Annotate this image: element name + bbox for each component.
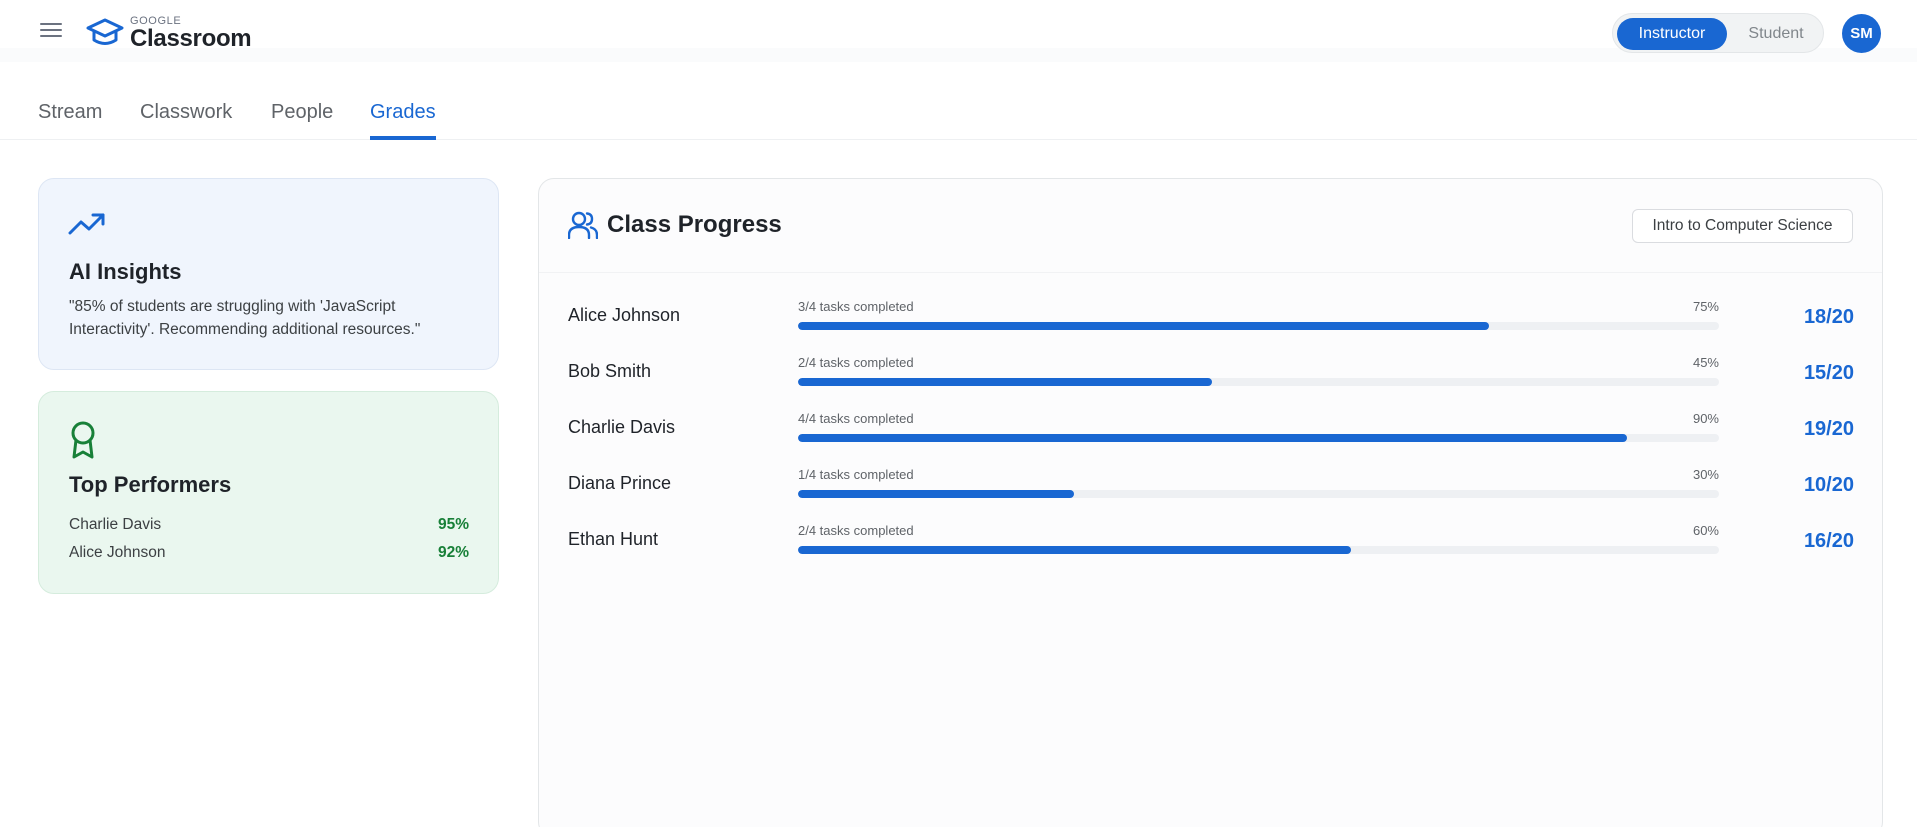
tasks-completed-label: 3/4 tasks completed: [798, 299, 914, 314]
ai-insights-text: "85% of students are struggling with 'Ja…: [69, 298, 421, 338]
top-performers-title: Top Performers: [69, 472, 232, 497]
performer-score: 95%: [437, 516, 469, 533]
graduation-cap-icon: [86, 18, 124, 45]
progress-bar: [798, 322, 1719, 330]
course-selector[interactable]: Intro to Computer Science: [1632, 209, 1853, 243]
class-progress-title: Class Progress: [607, 211, 782, 238]
role-toggle: Instructor Student: [1612, 13, 1824, 53]
ai-insights-title: AI Insights: [69, 259, 182, 284]
student-name[interactable]: Ethan Hunt: [568, 529, 658, 550]
users-icon: [568, 211, 598, 239]
progress-percent: 90%: [1692, 411, 1719, 426]
progress-bar-fill: [798, 490, 1075, 498]
tasks-completed-label: 4/4 tasks completed: [798, 411, 914, 426]
progress-percent: 30%: [1692, 467, 1719, 482]
progress-percent: 75%: [1692, 299, 1719, 314]
student-name[interactable]: Alice Johnson: [568, 305, 680, 326]
grade-score[interactable]: 15/20: [1804, 362, 1854, 385]
progress-bar-fill: [798, 434, 1627, 442]
performer-row: Charlie Davis 95%: [69, 516, 469, 540]
student-name[interactable]: Bob Smith: [568, 361, 651, 382]
student-name[interactable]: Charlie Davis: [568, 417, 675, 438]
progress-bar-fill: [798, 322, 1489, 330]
tasks-completed-label: 2/4 tasks completed: [798, 523, 914, 538]
hamburger-menu-icon[interactable]: [36, 18, 68, 48]
tasks-completed-label: 1/4 tasks completed: [798, 467, 914, 482]
progress-percent: 60%: [1692, 523, 1719, 538]
grade-score[interactable]: 16/20: [1804, 530, 1854, 553]
grade-score[interactable]: 19/20: [1804, 418, 1854, 441]
student-row: Bob Smith 2/4 tasks completed 45% 15/20: [539, 350, 1882, 406]
grade-score[interactable]: 18/20: [1804, 306, 1854, 329]
progress-bar: [798, 490, 1719, 498]
class-progress-header: Class Progress Intro to Computer Science: [539, 179, 1882, 273]
course-tabs: Stream Classwork People Grades: [0, 76, 1917, 140]
student-progress-list: Alice Johnson 3/4 tasks completed 75% 18…: [539, 294, 1882, 574]
grade-score[interactable]: 10/20: [1804, 474, 1854, 497]
classroom-logo[interactable]: GOOGLE Classroom: [86, 14, 256, 52]
performer-name: Charlie Davis: [69, 516, 162, 533]
tab-people[interactable]: People: [271, 101, 333, 140]
performer-name: Alice Johnson: [69, 544, 166, 561]
progress-bar: [798, 434, 1719, 442]
progress-percent: 45%: [1692, 355, 1719, 370]
student-row: Alice Johnson 3/4 tasks completed 75% 18…: [539, 294, 1882, 350]
student-row: Diana Prince 1/4 tasks completed 30% 10/…: [539, 462, 1882, 518]
trending-up-icon: [68, 213, 105, 235]
student-row: Charlie Davis 4/4 tasks completed 90% 19…: [539, 406, 1882, 462]
user-avatar[interactable]: SM: [1842, 14, 1881, 53]
instructor-role-button[interactable]: Instructor: [1617, 18, 1727, 50]
progress-bar-fill: [798, 546, 1351, 554]
tab-stream[interactable]: Stream: [38, 101, 102, 140]
student-row: Ethan Hunt 2/4 tasks completed 60% 16/20: [539, 518, 1882, 574]
tasks-completed-label: 2/4 tasks completed: [798, 355, 914, 370]
app-header: GOOGLE Classroom Instructor Student SM: [0, 0, 1917, 62]
progress-bar: [798, 378, 1719, 386]
tab-grades[interactable]: Grades: [370, 101, 436, 140]
ai-insights-card: AI Insights "85% of students are struggl…: [38, 178, 499, 370]
progress-bar-fill: [798, 378, 1213, 386]
logo-product-text: Classroom: [130, 25, 252, 52]
tab-classwork[interactable]: Classwork: [140, 101, 232, 140]
progress-bar: [798, 546, 1719, 554]
award-icon: [71, 421, 95, 459]
performer-row: Alice Johnson 92%: [69, 544, 469, 568]
class-progress-panel: Class Progress Intro to Computer Science…: [538, 178, 1883, 827]
student-name[interactable]: Diana Prince: [568, 473, 671, 494]
performer-score: 92%: [437, 544, 469, 561]
student-role-button[interactable]: Student: [1733, 18, 1819, 50]
top-performers-card: Top Performers Charlie Davis 95% Alice J…: [38, 391, 499, 594]
